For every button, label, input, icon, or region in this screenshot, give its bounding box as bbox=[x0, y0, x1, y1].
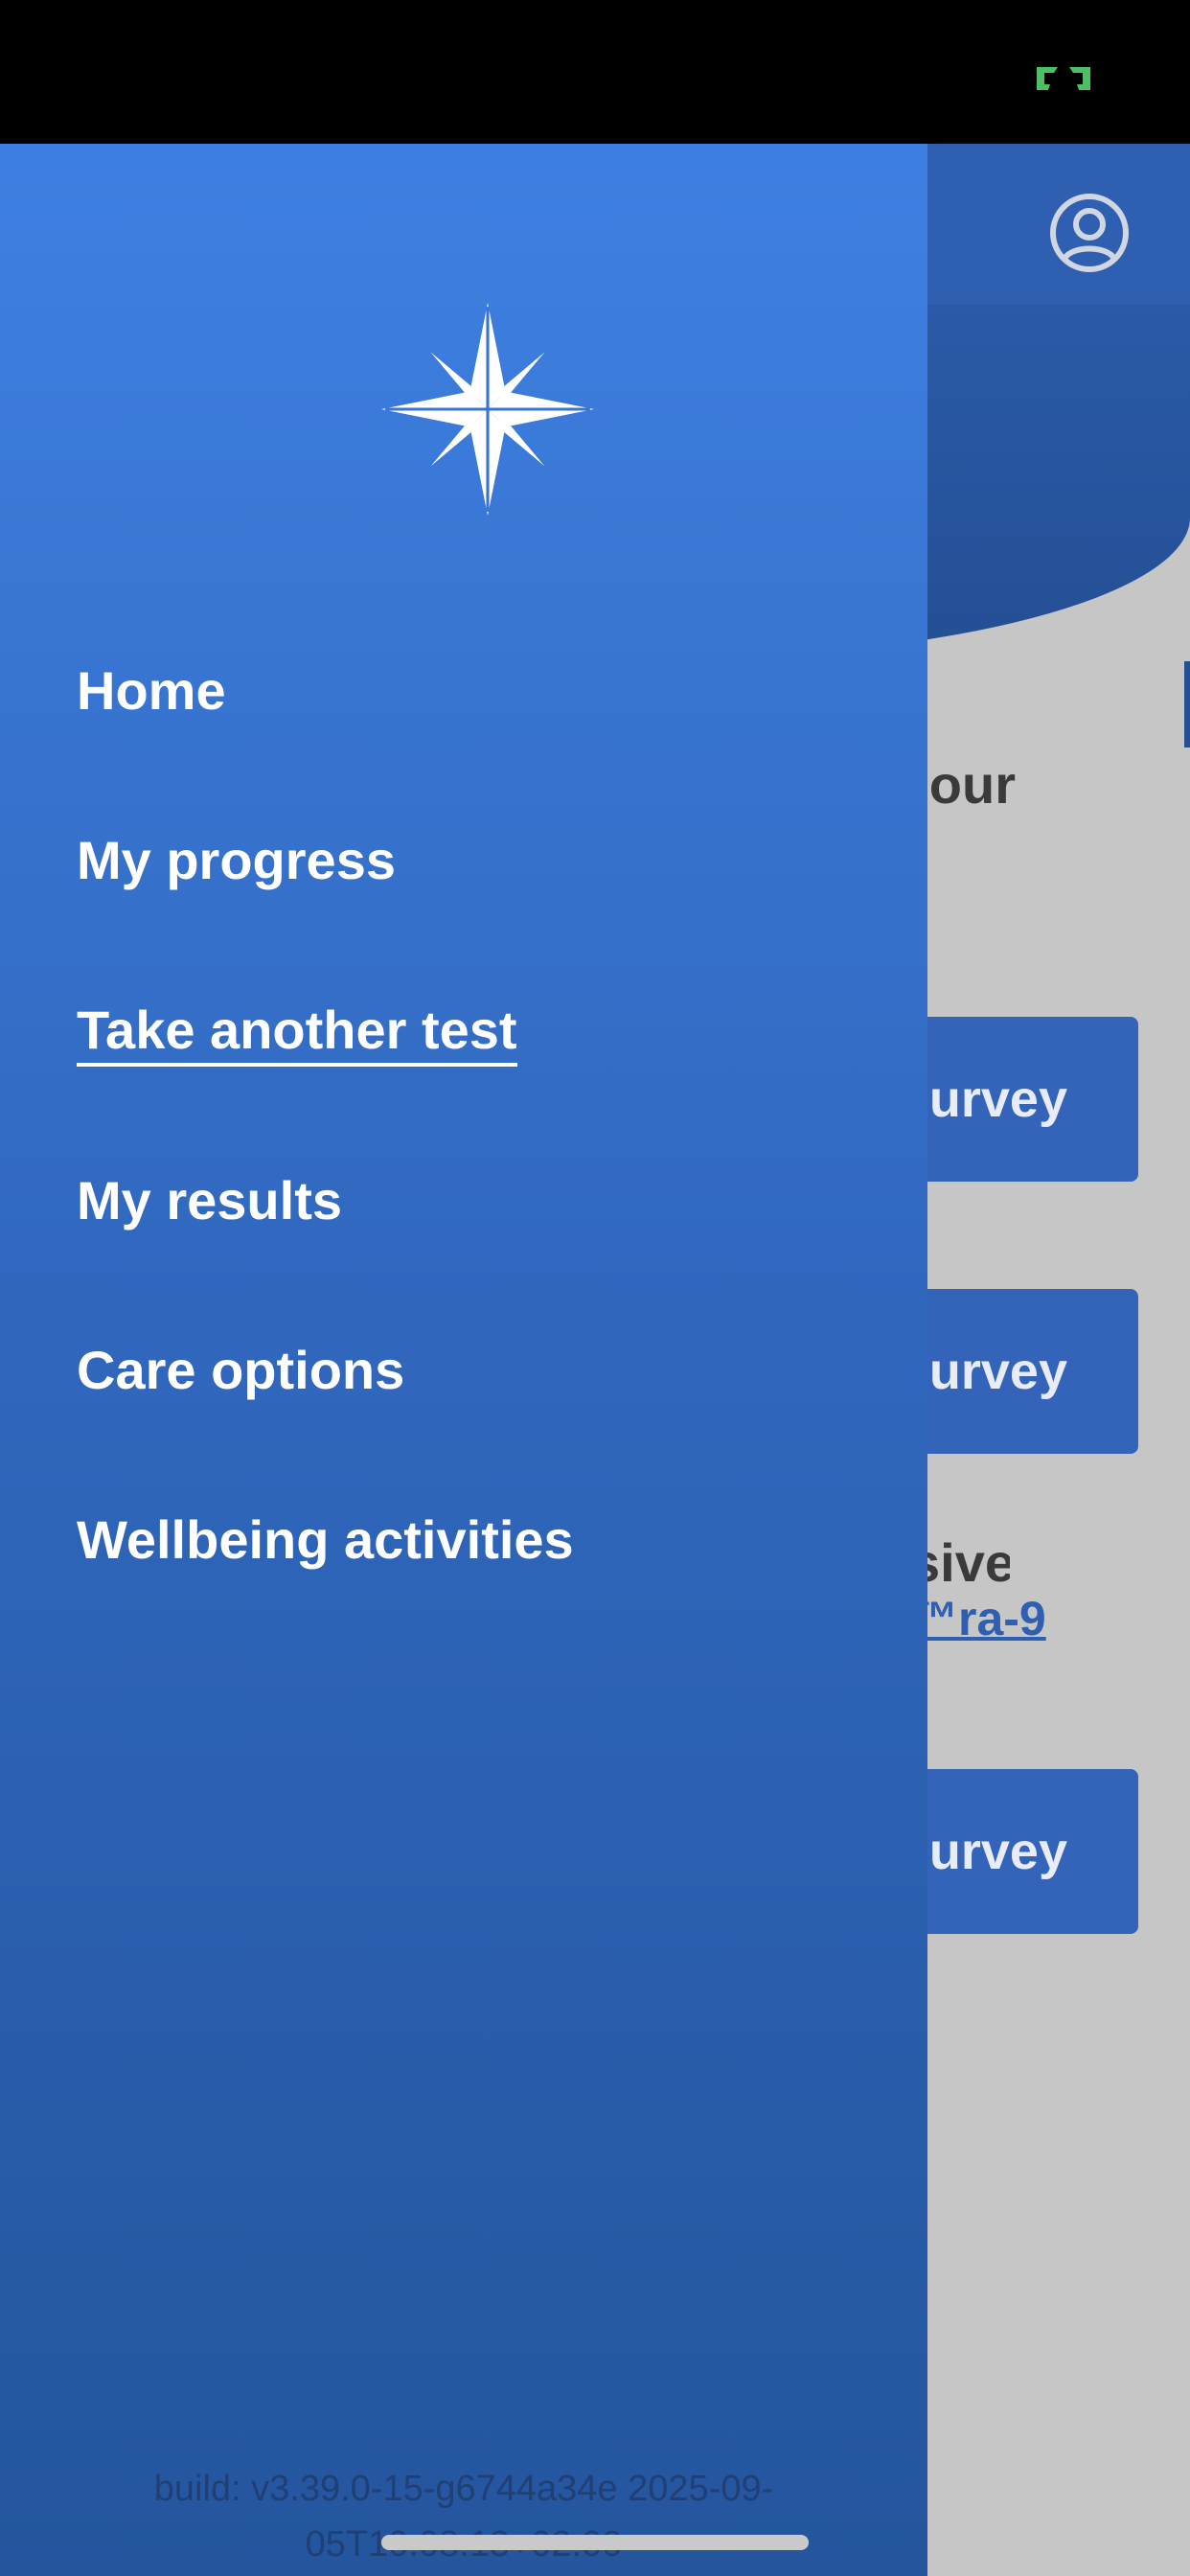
nav-item-wellbeing-activities[interactable]: Wellbeing activities bbox=[77, 1508, 574, 1571]
battery-indicator-icon bbox=[1037, 67, 1090, 90]
build-info: build: v3.39.0-15-g6744a34e 2025-09-05T1… bbox=[153, 2469, 774, 2564]
nav-item-home[interactable]: Home bbox=[77, 659, 226, 722]
nav-item-care-options[interactable]: Care options bbox=[77, 1339, 404, 1401]
background-link[interactable]: ra-9™ bbox=[910, 1591, 1054, 1646]
status-bar bbox=[0, 0, 1190, 144]
home-indicator[interactable] bbox=[381, 2535, 809, 2550]
nav-item-take-another-test[interactable]: Take another test bbox=[77, 999, 517, 1067]
nav-item-my-results[interactable]: My results bbox=[77, 1169, 342, 1231]
navigation-drawer: Home My progress Take another test My re… bbox=[0, 144, 927, 2576]
hero-edge bbox=[1184, 661, 1190, 748]
nav-item-my-progress[interactable]: My progress bbox=[77, 829, 396, 891]
compass-star-icon bbox=[381, 303, 594, 516]
account-circle-icon[interactable] bbox=[1048, 192, 1131, 274]
